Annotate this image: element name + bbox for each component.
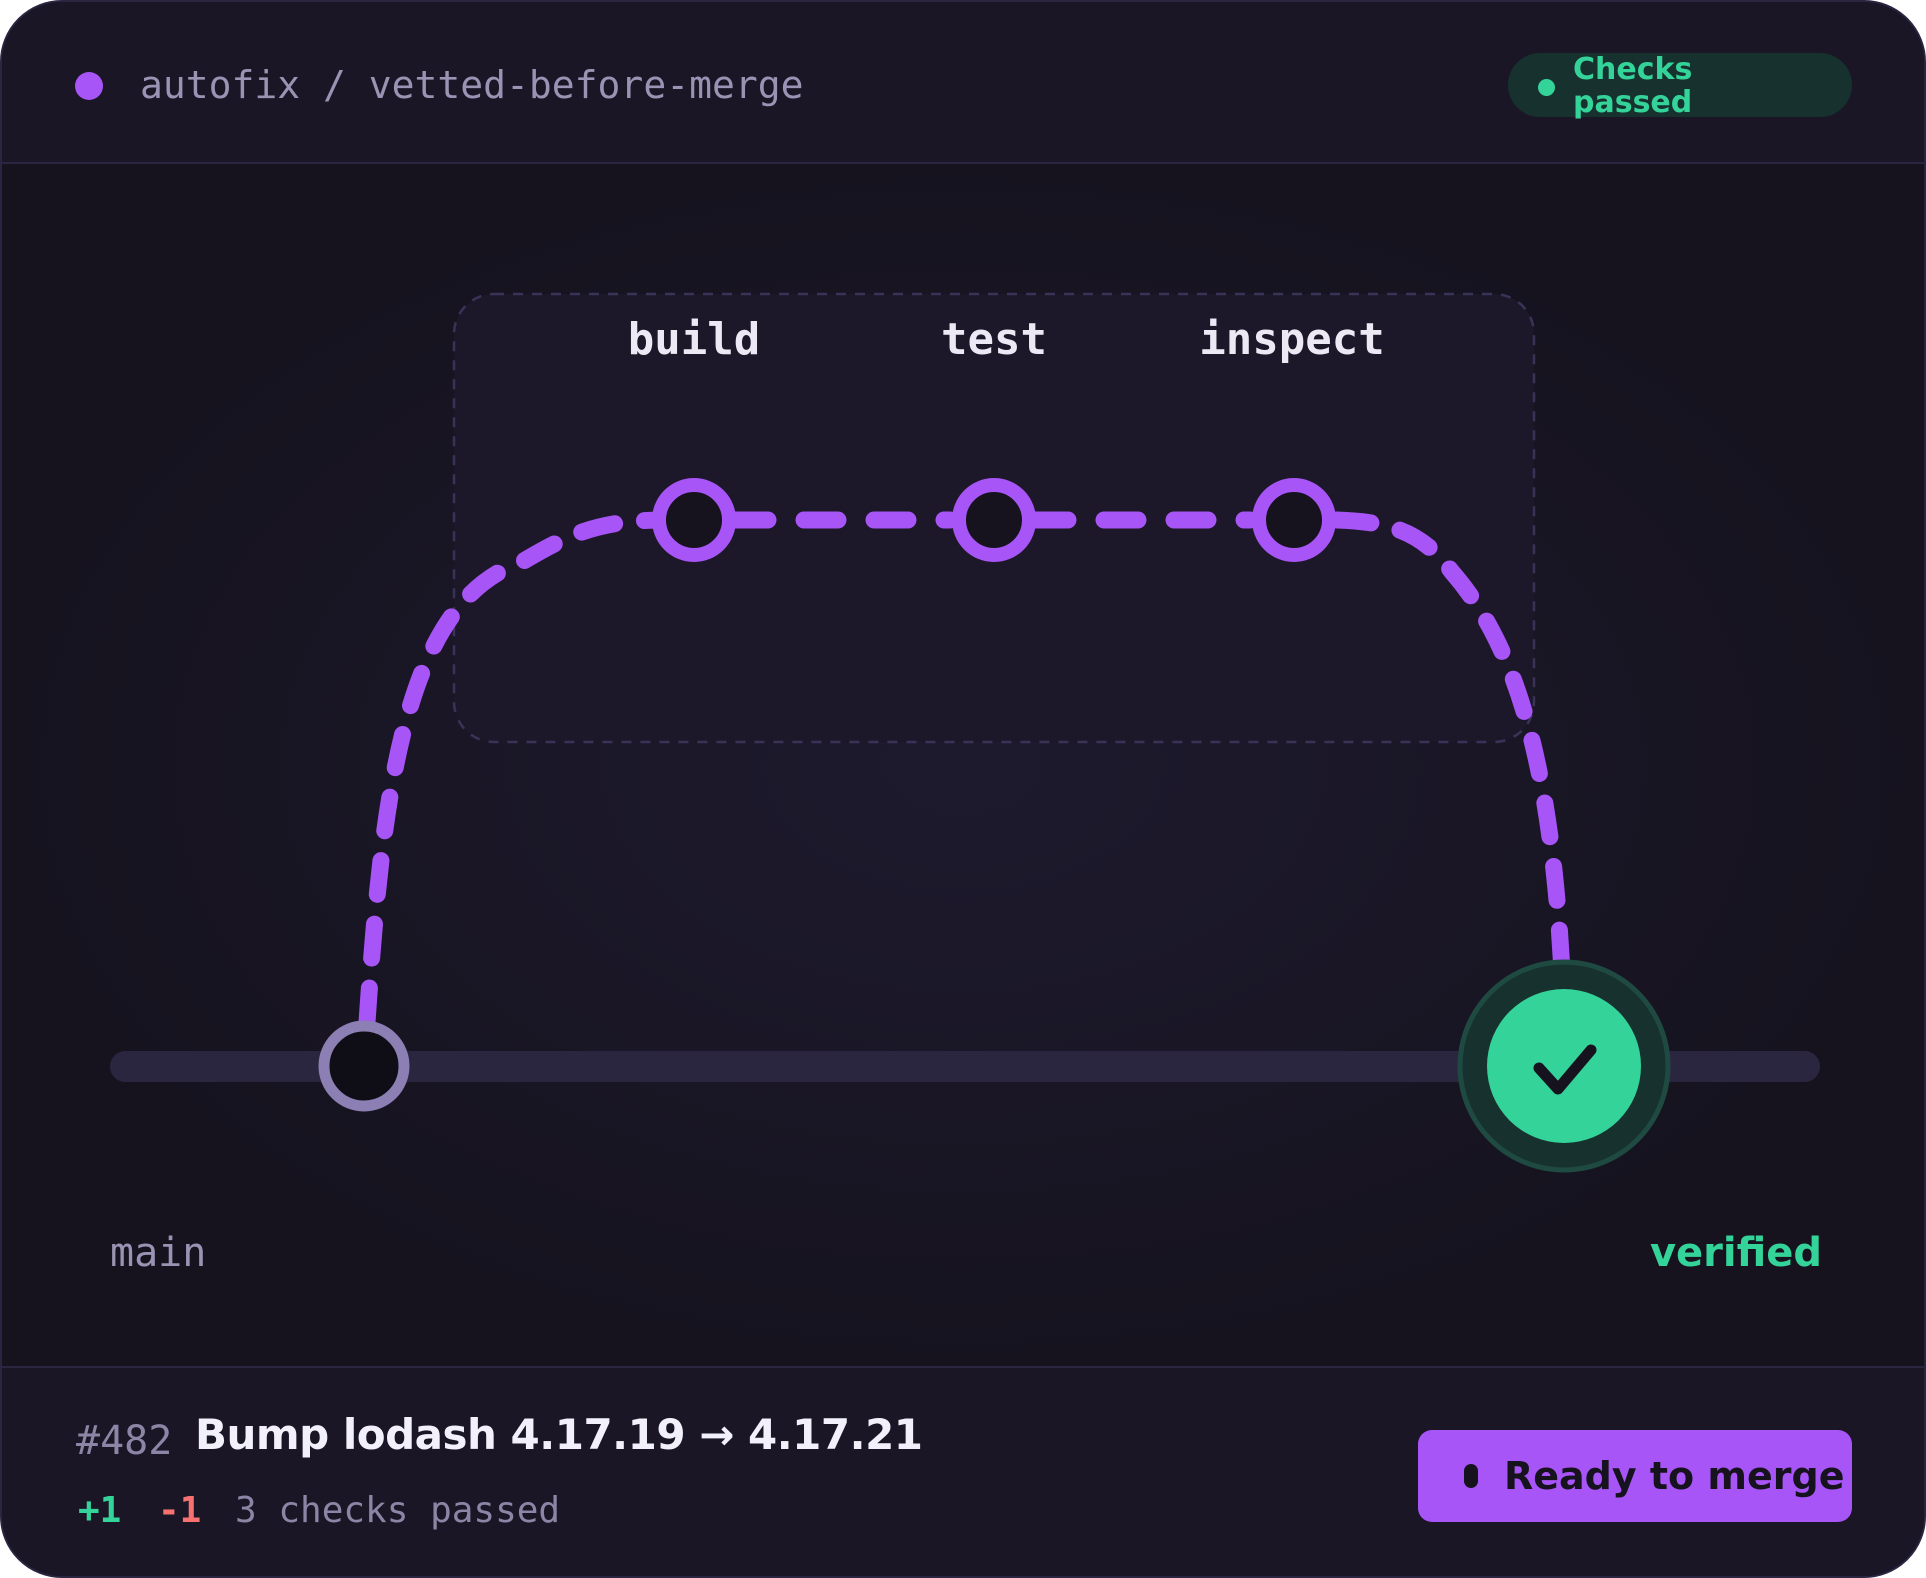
stage-label-build: build bbox=[628, 314, 760, 365]
pipeline-diagram: build test inspect main verified bbox=[2, 164, 1924, 1366]
merge-button-label: Ready to merge bbox=[1504, 1454, 1845, 1498]
pipeline-card: autofix / vetted-before-merge Checks pas… bbox=[0, 0, 1926, 1578]
stage-label-test: test bbox=[941, 314, 1047, 365]
diff-deletions: -1 bbox=[158, 1490, 202, 1531]
diff-additions: +1 bbox=[78, 1490, 122, 1531]
result-label: verified bbox=[1650, 1230, 1822, 1276]
ready-to-merge-button[interactable]: Ready to merge bbox=[1418, 1430, 1852, 1522]
stage-node-inspect bbox=[1252, 478, 1336, 562]
pull-request-footer: #482 Bump lodash 4.17.19 → 4.17.21 +1 -1… bbox=[2, 1366, 1924, 1576]
checks-summary: 3 checks passed bbox=[235, 1490, 561, 1531]
stage-node-test bbox=[952, 478, 1036, 562]
pr-title[interactable]: Bump lodash 4.17.19 → 4.17.21 bbox=[195, 1410, 923, 1459]
pr-number: #482 bbox=[76, 1418, 173, 1464]
base-commit-node bbox=[318, 1020, 410, 1112]
stage-label-inspect: inspect bbox=[1199, 314, 1384, 365]
base-branch-label: main bbox=[110, 1230, 206, 1276]
merge-dot-icon bbox=[1464, 1464, 1478, 1488]
verified-node bbox=[1487, 989, 1641, 1143]
stage-node-build bbox=[652, 478, 736, 562]
